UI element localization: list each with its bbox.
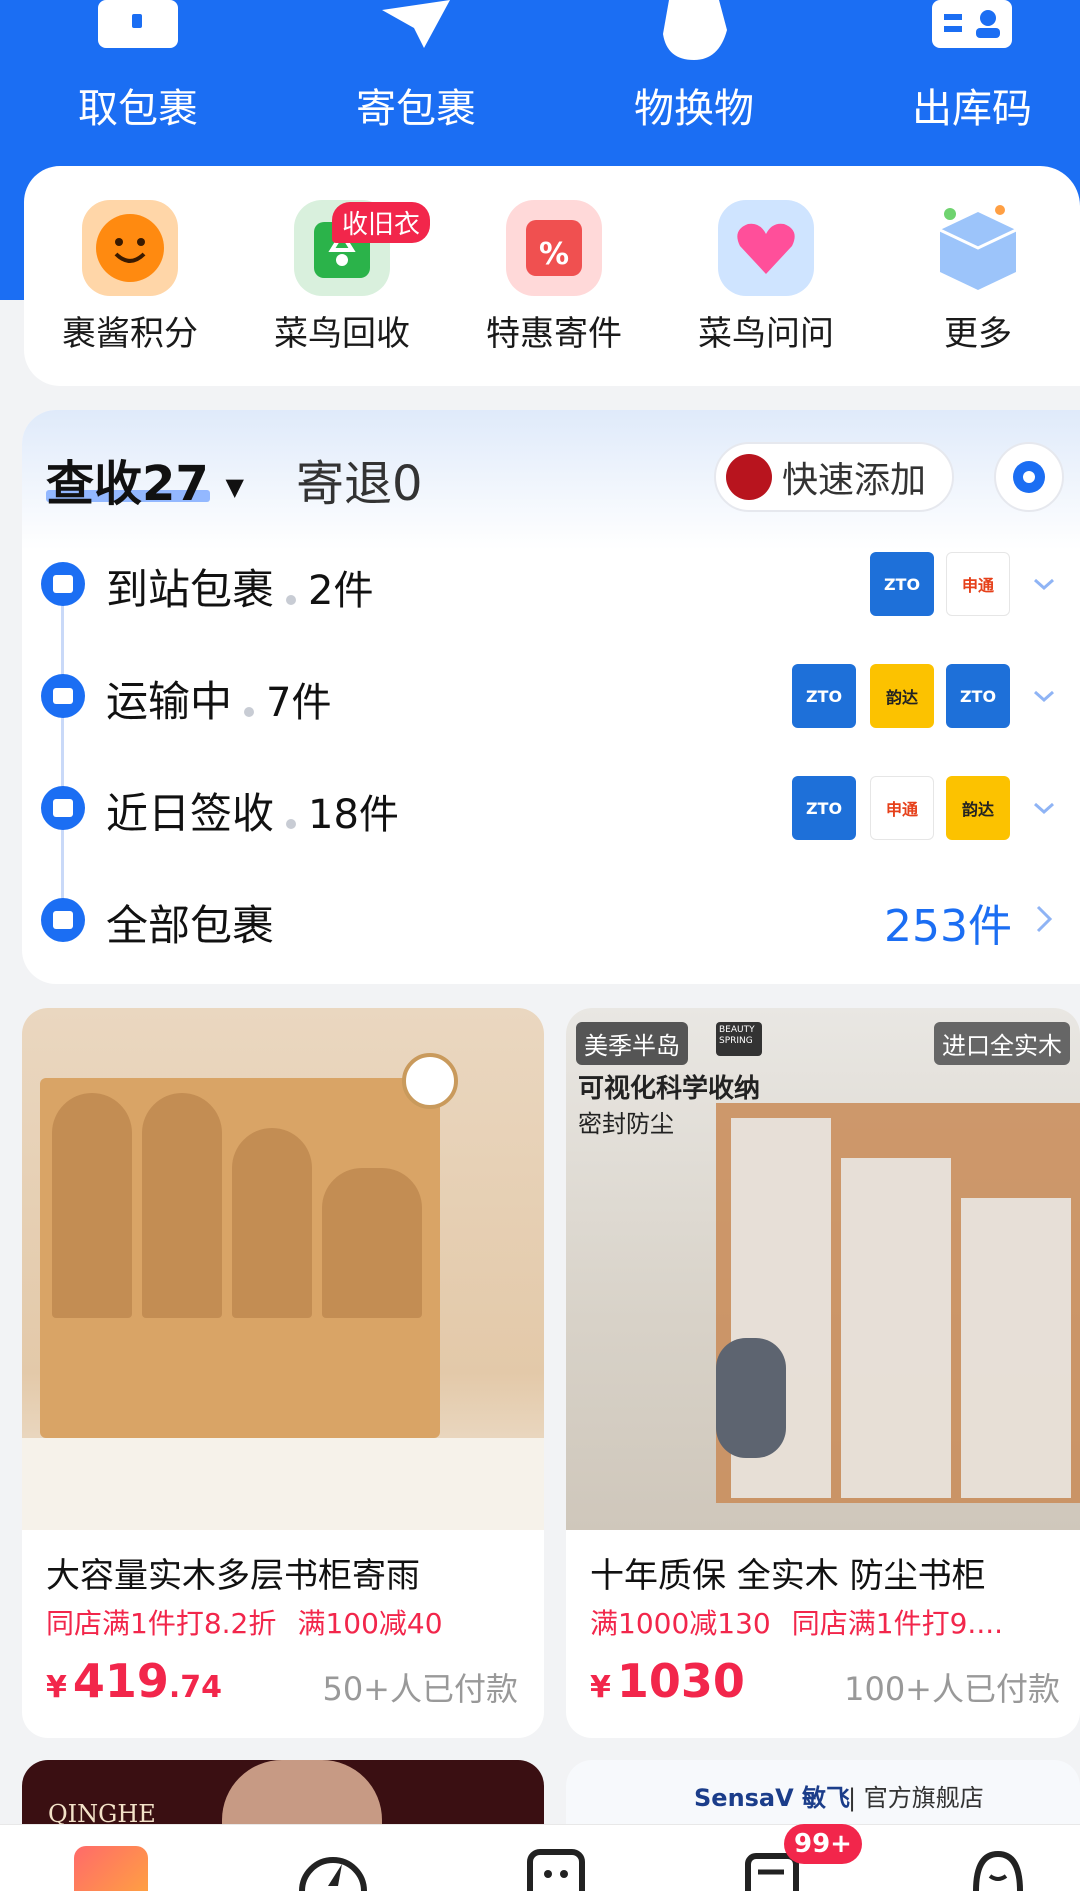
- currency-symbol: ¥: [590, 1670, 611, 1705]
- discount-box-icon: %: [506, 200, 602, 296]
- swap-goods-button[interactable]: 物换物: [584, 0, 804, 134]
- id-card-icon: [932, 0, 1012, 48]
- svg-text:%: %: [539, 237, 569, 272]
- promo-tag: 满1000减130: [590, 1607, 771, 1640]
- arrived-station-icon: [41, 562, 85, 606]
- product-card[interactable]: 大容量实木多层书柜寄雨 同店满1件打8.2折 满100减40 ¥419.74 5…: [22, 1008, 544, 1738]
- row-arrived-label: 到站包裹: [106, 565, 275, 614]
- tab-to-receive[interactable]: 查收27 ▼: [46, 444, 244, 514]
- import-wood-tag: 进口全实木: [934, 1022, 1070, 1065]
- service-recycle-label: 菜鸟回收: [274, 314, 410, 354]
- product-card[interactable]: 美季半岛 BEAUTY SPRING 进口全实木 可视化科学收纳 密封防尘 十年…: [566, 1008, 1080, 1738]
- chevron-right-icon[interactable]: [1034, 904, 1054, 934]
- carrier-logo-zto: ZTO: [792, 776, 856, 840]
- home-icon[interactable]: [74, 1846, 148, 1891]
- compass-icon[interactable]: [298, 1846, 368, 1891]
- brand-overlay: 美季半岛: [576, 1022, 688, 1065]
- store-suffix: | 官方旗舰店: [848, 1784, 984, 1812]
- promo-tag: 同店满1件打8.2折: [46, 1607, 277, 1640]
- currency-symbol: ¥: [46, 1670, 67, 1705]
- all-packages-total: 253件: [884, 901, 1012, 952]
- swap-goods-label: 物换物: [634, 86, 754, 132]
- heart-chat-icon: [718, 200, 814, 296]
- smiley-points-icon: [82, 200, 178, 296]
- more-box-icon: [930, 200, 1026, 296]
- settings-button[interactable]: [994, 442, 1064, 512]
- product-promos: 满1000减130 同店满1件打9....: [590, 1602, 1003, 1642]
- chevron-down-icon[interactable]: [1032, 684, 1056, 708]
- price-integer: 419: [72, 1654, 169, 1708]
- row-arrived-count: 2件: [308, 568, 374, 614]
- timeline-line: [61, 584, 64, 918]
- hand-exchange-icon: [663, 0, 727, 60]
- pickup-box-icon: [98, 0, 178, 48]
- row-recently-signed-text: 近日签收 18件: [106, 780, 399, 841]
- row-recently-signed-count: 18件: [308, 792, 399, 838]
- send-package-label: 寄包裹: [356, 86, 476, 132]
- service-discount-shipping[interactable]: % 特惠寄件: [454, 200, 654, 355]
- service-points[interactable]: 裹酱积分: [30, 200, 230, 355]
- profile-icon[interactable]: [968, 1850, 1028, 1891]
- row-in-transit-count: 7件: [266, 680, 332, 726]
- row-in-transit-text: 运输中 7件: [106, 668, 331, 729]
- tab-to-receive-label: 查收27: [46, 456, 209, 512]
- unread-badge: 99+: [784, 1824, 862, 1864]
- price-integer: 1030: [616, 1654, 745, 1708]
- service-more[interactable]: 更多: [878, 200, 1078, 355]
- gear-icon: [1013, 461, 1045, 493]
- promo-tag: 满100减40: [297, 1607, 443, 1640]
- outbound-code-label: 出库码: [912, 86, 1032, 132]
- robot-icon[interactable]: [526, 1848, 586, 1891]
- carrier-logo-yunda: 韵达: [870, 664, 934, 728]
- row-arrived-text: 到站包裹 2件: [106, 556, 373, 617]
- row-in-transit-label: 运输中: [106, 677, 233, 726]
- signed-box-icon: [41, 786, 85, 830]
- overlay-subline: 密封防尘: [578, 1110, 674, 1138]
- service-ask-label: 菜鸟问问: [698, 314, 834, 354]
- chevron-down-icon[interactable]: [1032, 796, 1056, 820]
- service-more-label: 更多: [944, 314, 1012, 354]
- carrier-logo-sto: 申通: [870, 776, 934, 840]
- brand-name: SensaV 敏飞: [694, 1784, 851, 1812]
- product-price: ¥1030: [590, 1654, 745, 1708]
- promo-tag: 同店满1件打9....: [791, 1607, 1004, 1640]
- product-promos: 同店满1件打8.2折 满100减40: [46, 1602, 443, 1642]
- separator-dot: [244, 706, 255, 717]
- carrier-logo-zto: ZTO: [946, 664, 1010, 728]
- product-title: 十年质保 全实木 防尘书柜: [590, 1556, 986, 1596]
- separator-dot: [286, 818, 297, 829]
- carrier-logo-zto: ZTO: [870, 552, 934, 616]
- product-title: 大容量实木多层书柜寄雨: [46, 1556, 420, 1596]
- price-decimal: .74: [168, 1670, 223, 1705]
- send-plane-icon: [382, 0, 450, 48]
- carrier-logo-sto: 申通: [946, 552, 1010, 616]
- outbound-code-button[interactable]: 出库码: [862, 0, 1080, 134]
- service-discount-label: 特惠寄件: [486, 314, 622, 354]
- row-all-packages-label: 全部包裹: [106, 901, 275, 950]
- carrier-logo-yunda: 韵达: [946, 776, 1010, 840]
- carrier-logo-zto: ZTO: [792, 664, 856, 728]
- paid-count: 100+人已付款: [844, 1670, 1060, 1708]
- product-price: ¥419.74: [46, 1654, 222, 1708]
- truck-icon: [41, 674, 85, 718]
- archive-box-icon: [41, 898, 85, 942]
- paid-count: 50+人已付款: [322, 1670, 518, 1708]
- service-points-label: 裹酱积分: [62, 314, 198, 354]
- pickup-package-label: 取包裹: [78, 86, 198, 132]
- quick-add-label: 快速添加: [782, 460, 927, 501]
- send-package-button[interactable]: 寄包裹: [306, 0, 526, 134]
- brand-logo-icon: [726, 454, 772, 500]
- quick-add-button[interactable]: 快速添加: [714, 442, 954, 512]
- overlay-headline: 可视化科学收纳: [578, 1074, 761, 1104]
- brand-logo-badge: BEAUTY SPRING: [716, 1022, 762, 1056]
- caret-down-icon: ▼: [225, 473, 244, 501]
- pickup-package-button[interactable]: 取包裹: [28, 0, 248, 134]
- recycle-clothes-badge: 收旧衣: [332, 202, 431, 243]
- chevron-down-icon[interactable]: [1032, 572, 1056, 596]
- row-recently-signed-label: 近日签收: [106, 789, 275, 838]
- product-image: [22, 1008, 544, 1530]
- separator-dot: [286, 594, 297, 605]
- service-ask[interactable]: 菜鸟问问: [666, 200, 866, 355]
- tab-send-return[interactable]: 寄退0: [296, 444, 423, 514]
